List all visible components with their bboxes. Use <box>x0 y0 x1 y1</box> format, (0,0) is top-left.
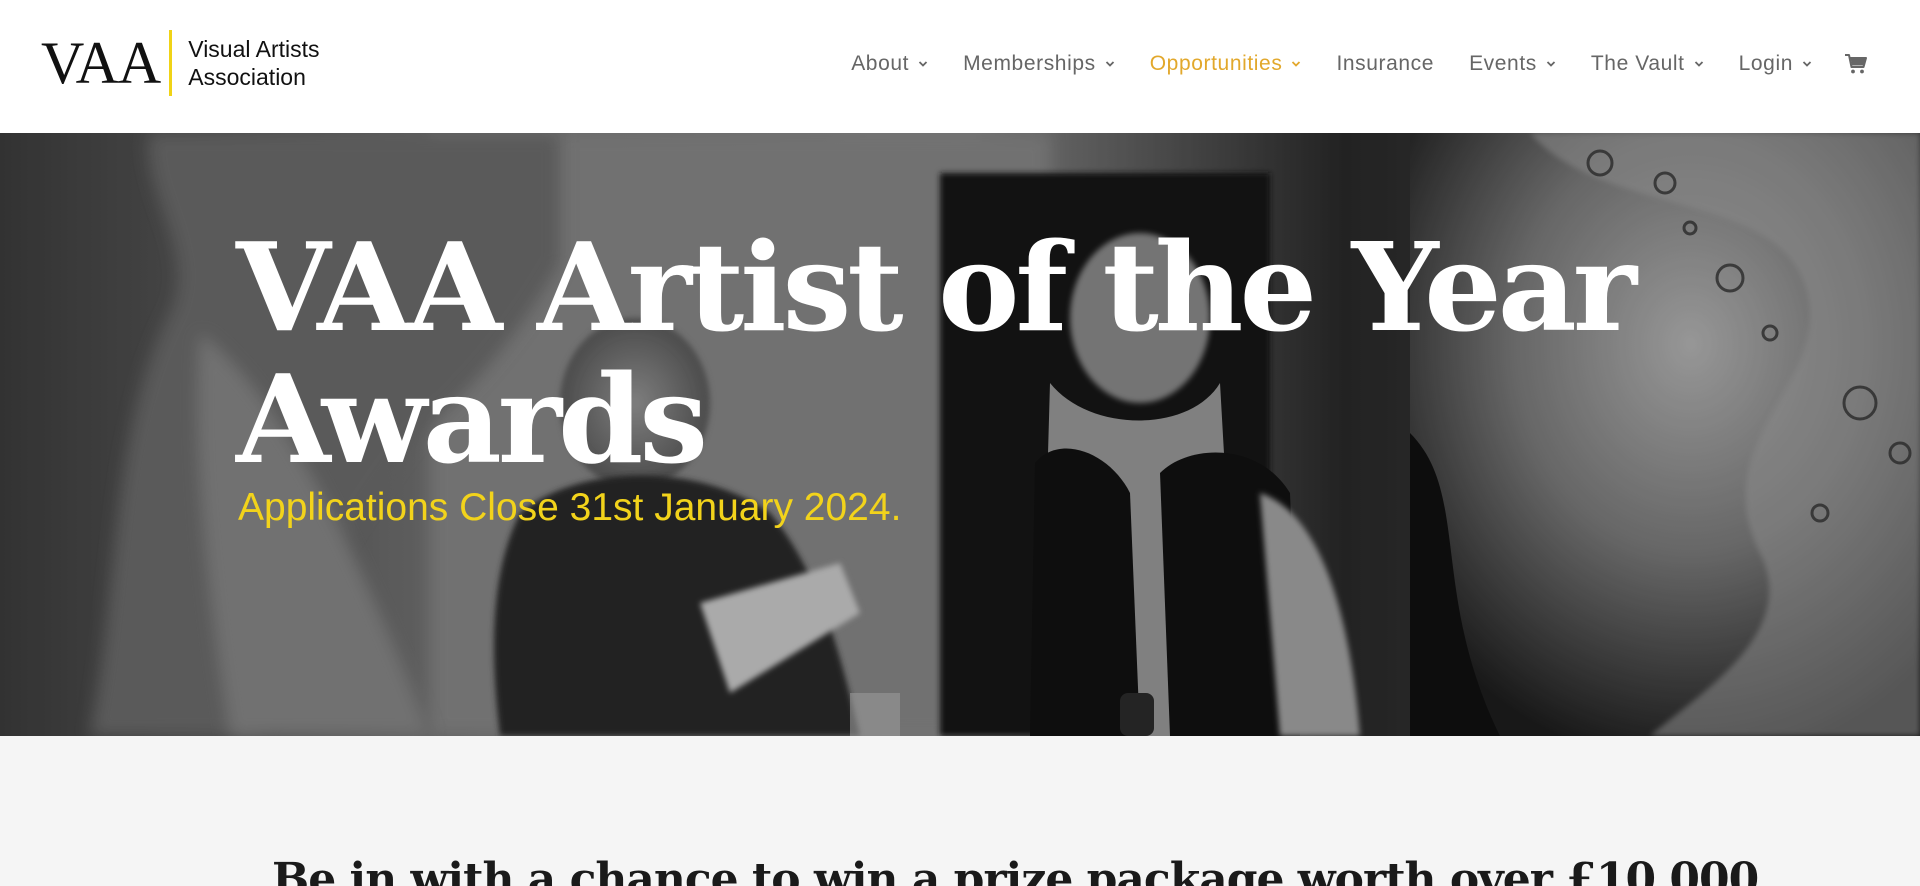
nav-item-about[interactable]: About <box>851 52 928 76</box>
chevron-down-icon <box>1802 59 1812 69</box>
hero-title-line2: Awards <box>236 347 708 491</box>
nav-item-label: Login <box>1738 52 1793 75</box>
nav-item-login[interactable]: Login <box>1739 52 1812 76</box>
intro-section: Be in with a chance to win a prize packa… <box>0 736 1920 886</box>
nav-item-label: Memberships <box>963 52 1096 75</box>
nav-item-the-vault[interactable]: The Vault <box>1591 52 1704 76</box>
shopping-cart-icon[interactable] <box>1844 52 1868 76</box>
nav-item-events[interactable]: Events <box>1469 52 1556 76</box>
logo-text-line1: Visual Artists <box>188 36 320 62</box>
nav-item-label: Events <box>1469 52 1537 75</box>
site-logo[interactable]: VAA Visual Artists Association <box>41 28 320 98</box>
chevron-down-icon <box>1105 59 1115 69</box>
intro-heading: Be in with a chance to win a prize packa… <box>272 854 1759 886</box>
nav-item-label: Opportunities <box>1149 52 1283 75</box>
nav-item-label: Insurance <box>1336 52 1435 75</box>
chevron-down-icon <box>1546 59 1556 69</box>
hero-title: VAA Artist of the Year Awards <box>236 221 1676 485</box>
logo-text-line2: Association <box>188 64 306 90</box>
nav-item-insurance[interactable]: Insurance <box>1336 52 1434 76</box>
chevron-down-icon <box>1694 59 1704 69</box>
hero-banner: VAA Artist of the Year Awards Applicatio… <box>0 133 1920 736</box>
nav-item-opportunities[interactable]: Opportunities <box>1150 52 1302 76</box>
hero-title-line1: VAA Artist of the Year <box>236 215 1637 359</box>
nav-item-label: The Vault <box>1590 52 1685 75</box>
logo-mark: VAA <box>41 30 161 96</box>
logo-divider <box>169 30 173 96</box>
main-nav: About Memberships Opportunities Insuranc… <box>851 44 1868 84</box>
hero-subtitle: Applications Close 31st January 2024. <box>238 486 902 529</box>
logo-text: Visual Artists Association <box>188 35 319 91</box>
chevron-down-icon <box>1291 59 1301 69</box>
chevron-down-icon <box>918 59 928 69</box>
nav-item-memberships[interactable]: Memberships <box>963 52 1115 76</box>
nav-item-label: About <box>851 52 910 75</box>
site-header: VAA Visual Artists Association About Mem… <box>0 0 1920 133</box>
